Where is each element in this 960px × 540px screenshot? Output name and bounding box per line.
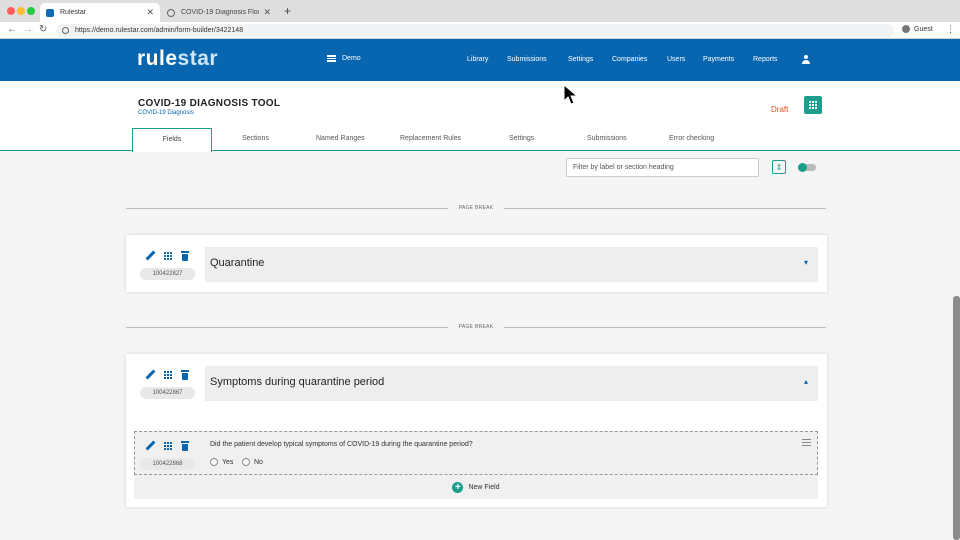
user-account-icon[interactable] (802, 55, 810, 64)
workspace-label: Demo (342, 55, 361, 62)
app-header: rulestar Demo Library Submissions Settin… (0, 39, 960, 81)
browser-tab-rulestar[interactable]: Rulestar ✕ (40, 3, 160, 22)
radio-circle[interactable] (210, 458, 218, 466)
browser-tab-bar: Rulestar ✕ COVID-19 Diagnosis Flowchar ✕… (0, 0, 960, 22)
logo-part-1: rule (137, 47, 178, 70)
section-tools (145, 251, 189, 261)
grid-menu-button[interactable] (804, 96, 822, 114)
url-input[interactable]: https://demo.rulestar.com/admin/form-bui… (56, 24, 894, 37)
chevron-down-icon[interactable]: ▾ (804, 258, 808, 267)
section-card: 100422827 Quarantine ▾ (126, 235, 827, 292)
drag-grid-icon[interactable] (164, 252, 172, 260)
profile-button[interactable]: Guest (902, 25, 933, 33)
radio-label: No (254, 458, 263, 466)
minimize-window-button[interactable] (17, 7, 25, 15)
url-text: https://demo.rulestar.com/admin/form-bui… (75, 27, 244, 34)
new-field-label: New Field (468, 483, 500, 491)
globe-icon (167, 8, 175, 17)
tab-replacement-rules[interactable]: Replacement Rules (400, 135, 461, 142)
profile-label: Guest (914, 25, 933, 33)
back-arrow-icon[interactable]: ← (7, 24, 17, 35)
chevron-up-icon[interactable]: ▴ (804, 377, 808, 386)
section-card: 100422867 Symptoms during quarantine per… (126, 354, 827, 507)
section-heading-text: Symptoms during quarantine period (210, 376, 385, 388)
nav-settings[interactable]: Settings (568, 56, 593, 63)
edit-icon[interactable] (145, 251, 155, 261)
plus-circle-icon: + (452, 481, 464, 493)
browser-tab-title: Rulestar (60, 9, 87, 16)
plus-icon[interactable]: + (284, 4, 291, 18)
rulestar-favicon-icon (46, 8, 54, 17)
kebab-menu-icon[interactable]: ⋮ (946, 24, 955, 35)
drag-grid-icon[interactable] (164, 442, 172, 450)
user-avatar-icon (902, 25, 910, 33)
drag-grid-icon[interactable] (164, 371, 172, 379)
delete-icon[interactable] (181, 441, 189, 451)
toggle-knob (798, 163, 807, 172)
edit-icon[interactable] (145, 370, 155, 380)
tab-named-ranges[interactable]: Named Ranges (316, 135, 365, 142)
nav-payments[interactable]: Payments (703, 56, 734, 63)
logo-part-2: star (177, 47, 219, 70)
page-title: COVID-19 DIAGNOSIS TOOL (138, 98, 281, 109)
status-badge: Draft (771, 105, 789, 114)
collapse-toggle[interactable] (798, 163, 816, 172)
section-tools (145, 370, 189, 380)
page-break: PAGE BREAK (126, 204, 826, 214)
section-heading[interactable]: Symptoms during quarantine period ▴ (205, 366, 818, 401)
nav-reports[interactable]: Reports (753, 56, 778, 63)
section-heading-text: Quarantine (210, 257, 265, 269)
scrollbar-thumb[interactable] (953, 296, 960, 540)
page-subtitle-link[interactable]: COVID-19 Diagnosis (138, 110, 194, 116)
section-heading[interactable]: Quarantine ▾ (205, 247, 818, 282)
maximize-window-button[interactable] (27, 7, 35, 15)
section-id-badge: 100422827 (140, 268, 195, 280)
reload-icon[interactable]: ↻ (39, 24, 47, 35)
close-icon[interactable]: ✕ (263, 7, 271, 18)
rulestar-logo[interactable]: rulestar (137, 47, 218, 71)
browser-tab-title: COVID-19 Diagnosis Flowchar (181, 9, 259, 16)
browser-tab-flowchart[interactable]: COVID-19 Diagnosis Flowchar ✕ (161, 3, 277, 22)
tab-settings[interactable]: Settings (509, 135, 534, 142)
drag-handle-icon[interactable] (802, 439, 811, 448)
address-bar: ← → ↻ https://demo.rulestar.com/admin/fo… (0, 22, 960, 39)
nav-library[interactable]: Library (467, 56, 488, 63)
section-id-badge: 100422867 (140, 387, 195, 399)
tab-sections[interactable]: Sections (242, 135, 269, 142)
grid-icon (809, 101, 817, 109)
field-row[interactable]: 100422868 Did the patient develop typica… (134, 431, 818, 475)
workspace-switcher[interactable]: Demo (327, 55, 361, 62)
tab-fields[interactable]: Fields (132, 128, 212, 152)
close-window-button[interactable] (7, 7, 15, 15)
list-icon (327, 55, 336, 62)
field-question: Did the patient develop typical symptoms… (210, 441, 473, 448)
close-icon[interactable]: ✕ (146, 7, 154, 18)
field-tools (145, 441, 189, 451)
filter-input[interactable]: Filter by label or section heading (566, 158, 759, 177)
sort-toggle-icon[interactable]: ⇕ (772, 160, 786, 174)
nav-users[interactable]: Users (667, 56, 685, 63)
mouse-cursor-icon (563, 84, 579, 105)
radio-label: Yes (222, 458, 234, 466)
tab-submissions[interactable]: Submissions (587, 135, 627, 142)
radio-yes[interactable]: Yes (210, 458, 233, 466)
field-id-badge: 100422868 (140, 458, 195, 470)
radio-circle[interactable] (242, 458, 250, 466)
tab-error-checking[interactable]: Error checking (669, 135, 714, 142)
forward-arrow-icon[interactable]: → (23, 24, 33, 35)
page-break: PAGE BREAK (126, 323, 826, 333)
new-field-button[interactable]: + New Field (134, 475, 818, 499)
page-break-label: PAGE BREAK (458, 324, 494, 330)
delete-icon[interactable] (181, 370, 189, 380)
page-break-label: PAGE BREAK (458, 205, 494, 211)
nav-submissions[interactable]: Submissions (507, 56, 547, 63)
lock-icon (62, 27, 69, 34)
radio-no[interactable]: No (242, 458, 263, 466)
delete-icon[interactable] (181, 251, 189, 261)
edit-icon[interactable] (145, 441, 155, 451)
nav-companies[interactable]: Companies (612, 56, 647, 63)
